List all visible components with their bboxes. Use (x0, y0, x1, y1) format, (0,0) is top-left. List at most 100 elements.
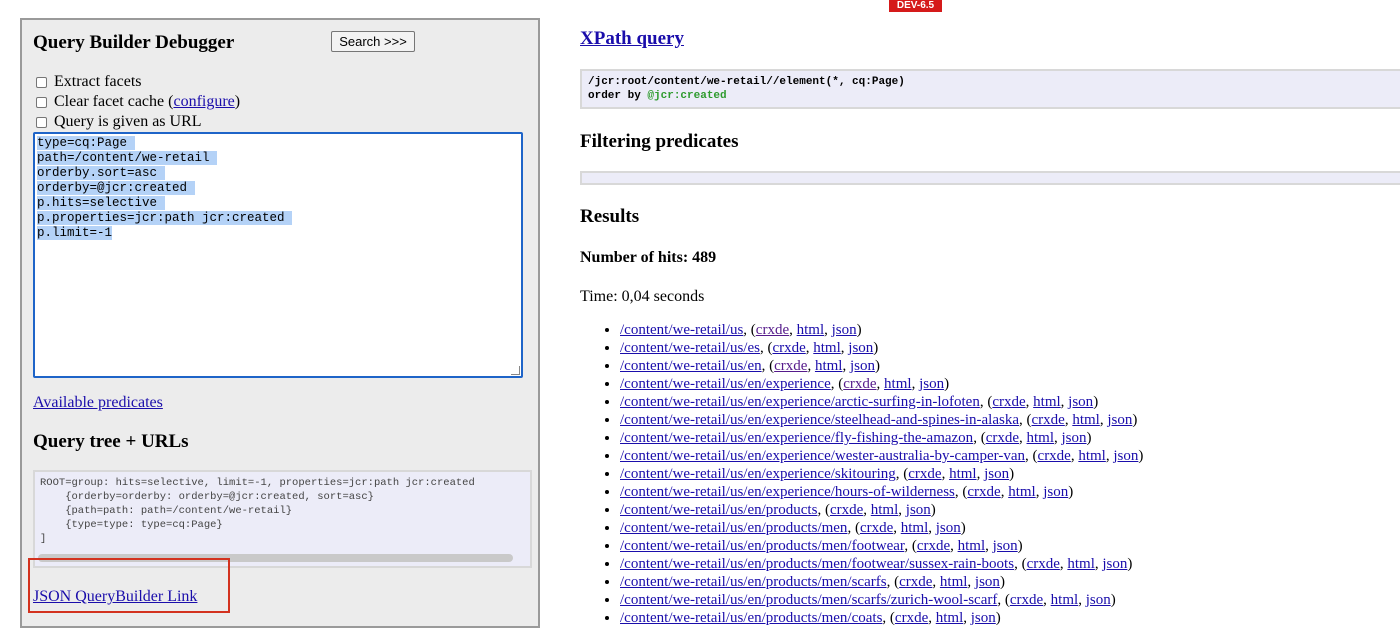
configure-link[interactable]: configure (173, 93, 234, 111)
json-link[interactable]: json (975, 574, 1000, 590)
crxde-link[interactable]: crxde (843, 376, 876, 392)
json-link[interactable]: json (906, 502, 931, 518)
result-item: /content/we-retail/us/es, (crxde, html, … (620, 339, 1143, 357)
xpath-query-link[interactable]: XPath query (580, 28, 684, 50)
html-link[interactable]: html (813, 340, 841, 356)
query-line: p.limit=-1 (37, 226, 113, 240)
result-item: /content/we-retail/us/en/products/men/sc… (620, 591, 1143, 609)
query-as-url-checkbox[interactable] (36, 116, 47, 128)
result-item: /content/we-retail/us/en/products/men/co… (620, 609, 1143, 627)
json-link[interactable]: json (919, 376, 944, 392)
clear-facet-cache-label: Clear facet cache ( (54, 93, 174, 110)
html-link[interactable]: html (871, 502, 899, 518)
json-link[interactable]: json (850, 358, 875, 374)
extract-facets-checkbox[interactable] (36, 76, 47, 88)
result-path-link[interactable]: /content/we-retail/us/en/products/men/co… (620, 610, 882, 626)
result-path-link[interactable]: /content/we-retail/us (620, 322, 743, 338)
html-link[interactable]: html (1067, 556, 1095, 572)
json-link[interactable]: json (1102, 556, 1127, 572)
result-path-link[interactable]: /content/we-retail/us/en/experience/stee… (620, 412, 1019, 428)
result-path-link[interactable]: /content/we-retail/us/en/products/men/fo… (620, 556, 1014, 572)
crxde-link[interactable]: crxde (895, 610, 928, 626)
json-link[interactable]: json (1107, 412, 1132, 428)
result-path-link[interactable]: /content/we-retail/us/en/products/men/sc… (620, 574, 887, 590)
available-predicates-link[interactable]: Available predicates (33, 394, 163, 412)
html-link[interactable]: html (901, 520, 929, 536)
crxde-link[interactable]: crxde (1032, 412, 1065, 428)
json-link[interactable]: json (832, 322, 857, 338)
result-path-link[interactable]: /content/we-retail/us/en/products/men/sc… (620, 592, 997, 608)
json-link[interactable]: json (993, 538, 1018, 554)
result-path-link[interactable]: /content/we-retail/us/en/products/men (620, 520, 847, 536)
result-path-link[interactable]: /content/we-retail/us/es (620, 340, 760, 356)
crxde-link[interactable]: crxde (899, 574, 932, 590)
query-textarea[interactable]: type=cq:Page path=/content/we-retail ord… (33, 132, 523, 378)
query-tree-line: ] (40, 533, 47, 545)
json-querybuilder-link[interactable]: JSON QueryBuilder Link (33, 588, 197, 606)
crxde-link[interactable]: crxde (917, 538, 950, 554)
query-builder-panel: Query Builder Debugger Search >>> Extrac… (20, 18, 540, 628)
crxde-link[interactable]: crxde (756, 322, 789, 338)
json-link[interactable]: json (1113, 448, 1138, 464)
json-link[interactable]: json (936, 520, 961, 536)
html-link[interactable]: html (1008, 484, 1036, 500)
html-link[interactable]: html (958, 538, 986, 554)
crxde-link[interactable]: crxde (772, 340, 805, 356)
html-link[interactable]: html (815, 358, 843, 374)
html-link[interactable]: html (940, 574, 968, 590)
resize-grip-icon[interactable] (511, 366, 520, 375)
json-link[interactable]: json (1086, 592, 1111, 608)
crxde-link[interactable]: crxde (992, 394, 1025, 410)
result-path-link[interactable]: /content/we-retail/us/en/experience/hour… (620, 484, 955, 500)
result-path-link[interactable]: /content/we-retail/us/en/experience/arct… (620, 394, 980, 410)
xpath-query-box: /jcr:root/content/we-retail//element(*, … (580, 69, 1400, 109)
html-link[interactable]: html (1033, 394, 1061, 410)
search-button[interactable]: Search >>> (331, 31, 415, 52)
result-item: /content/we-retail/us/en/experience/fly-… (620, 429, 1143, 447)
html-link[interactable]: html (936, 610, 964, 626)
result-path-link[interactable]: /content/we-retail/us/en/experience/skit… (620, 466, 896, 482)
crxde-link[interactable]: crxde (967, 484, 1000, 500)
result-item: /content/we-retail/us, (crxde, html, jso… (620, 321, 1143, 339)
result-path-link[interactable]: /content/we-retail/us/en/products/men/fo… (620, 538, 904, 554)
crxde-link[interactable]: crxde (830, 502, 863, 518)
extract-facets-label: Extract facets (54, 73, 142, 90)
json-link[interactable]: json (848, 340, 873, 356)
crxde-link[interactable]: crxde (908, 466, 941, 482)
json-link[interactable]: json (1068, 394, 1093, 410)
html-link[interactable]: html (1078, 448, 1106, 464)
html-link[interactable]: html (884, 376, 912, 392)
result-item: /content/we-retail/us/en/experience/arct… (620, 393, 1143, 411)
crxde-link[interactable]: crxde (1027, 556, 1060, 572)
result-path-link[interactable]: /content/we-retail/us/en/experience/fly-… (620, 430, 973, 446)
clear-facet-cache-close: ) (234, 93, 241, 110)
json-link[interactable]: json (1043, 484, 1068, 500)
result-path-link[interactable]: /content/we-retail/us/en/products (620, 502, 817, 518)
json-link[interactable]: json (1062, 430, 1087, 446)
query-tree-line: {path=path: path=/content/we-retail} (40, 505, 293, 517)
crxde-link[interactable]: crxde (860, 520, 893, 536)
json-link[interactable]: json (984, 466, 1009, 482)
html-link[interactable]: html (949, 466, 977, 482)
crxde-link[interactable]: crxde (1010, 592, 1043, 608)
panel-title: Query Builder Debugger (33, 32, 235, 53)
extract-facets-row[interactable]: Extract facets (36, 73, 142, 91)
result-item: /content/we-retail/us/en/experience/stee… (620, 411, 1143, 429)
html-link[interactable]: html (1027, 430, 1055, 446)
result-path-link[interactable]: /content/we-retail/us/en (620, 358, 762, 374)
crxde-link[interactable]: crxde (1038, 448, 1071, 464)
html-link[interactable]: html (1072, 412, 1100, 428)
query-as-url-row[interactable]: Query is given as URL (36, 113, 202, 131)
html-link[interactable]: html (797, 322, 825, 338)
number-of-hits: Number of hits: 489 (580, 249, 717, 266)
xpath-line-2: order by @jcr:created (588, 89, 1400, 103)
result-path-link[interactable]: /content/we-retail/us/en/experience/west… (620, 448, 1025, 464)
result-path-link[interactable]: /content/we-retail/us/en/experience (620, 376, 831, 392)
clear-facet-cache-checkbox[interactable] (36, 96, 47, 108)
crxde-link[interactable]: crxde (986, 430, 1019, 446)
crxde-link[interactable]: crxde (774, 358, 807, 374)
query-line: orderby=@jcr:created (37, 181, 195, 195)
query-tree-line: {orderby=orderby: orderby=@jcr:created, … (40, 491, 374, 503)
json-link[interactable]: json (971, 610, 996, 626)
html-link[interactable]: html (1051, 592, 1079, 608)
